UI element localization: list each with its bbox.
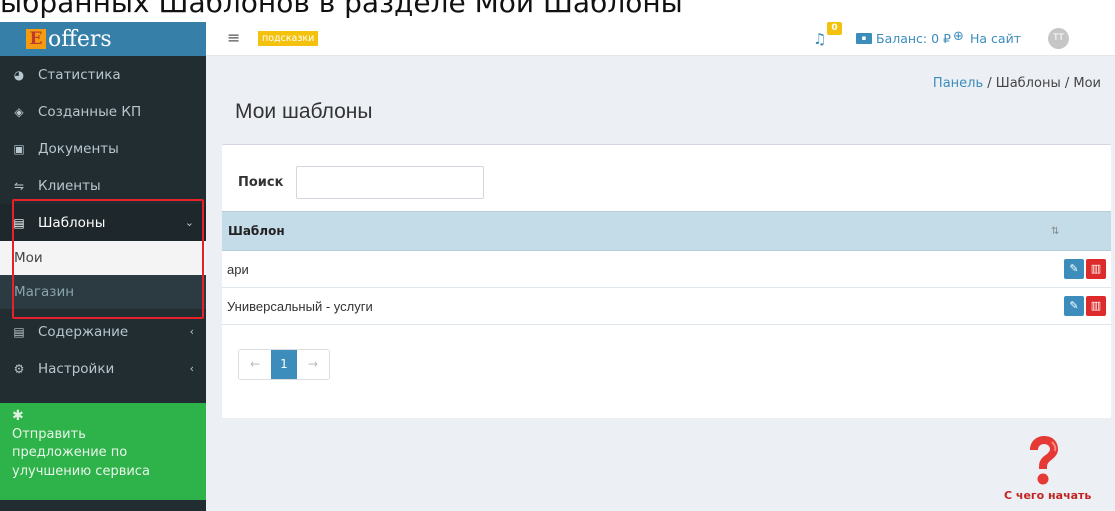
sidebar-item-templates[interactable]: ▤ Шаблоны ⌄ bbox=[0, 204, 206, 241]
template-name[interactable]: ари bbox=[222, 262, 1111, 277]
sidebar-item-label: Документы bbox=[38, 140, 119, 157]
sidebar-subitem-mine[interactable]: Мои bbox=[0, 241, 206, 275]
page-title: Мои шаблоны bbox=[235, 100, 373, 123]
pagination: ← 1 → bbox=[238, 349, 330, 380]
search-label: Поиск bbox=[238, 175, 284, 190]
table-header[interactable]: Шаблон ⇅ bbox=[222, 211, 1111, 251]
sidebar-item-label: Клиенты bbox=[38, 177, 101, 194]
sidebar-item-label: Созданные КП bbox=[38, 103, 142, 120]
sidebar-item-settings[interactable]: ⚙ Настройки ‹ bbox=[0, 350, 206, 387]
prev-page-button[interactable]: ← bbox=[239, 350, 271, 379]
document-icon: ▣ bbox=[13, 141, 25, 156]
file-icon: ▤ bbox=[13, 215, 25, 230]
bell-icon[interactable]: ♫ bbox=[813, 30, 826, 48]
search-input[interactable] bbox=[296, 166, 484, 199]
top-bar: ≡ подсказки ♫ 0 ▪ Баланс: 0 ₽ ⊕ На сайт … bbox=[206, 22, 1115, 56]
edit-button[interactable]: ✎ bbox=[1064, 259, 1084, 279]
sidebar-item-documents[interactable]: ▣ Документы bbox=[0, 130, 206, 167]
logo-mark: E bbox=[26, 29, 46, 49]
column-header-template[interactable]: Шаблон bbox=[222, 224, 1051, 238]
page-1-button[interactable]: 1 bbox=[271, 350, 297, 379]
edit-button[interactable]: ✎ bbox=[1064, 296, 1084, 316]
logo[interactable]: E offers bbox=[0, 22, 206, 56]
sidebar-item-label: Настройки bbox=[38, 360, 115, 377]
bug-icon: ✱ bbox=[12, 408, 24, 424]
sidebar-item-created-offers[interactable]: ◈ Созданные КП bbox=[0, 93, 206, 130]
globe-icon: ⊕ bbox=[953, 29, 964, 44]
sidebar-item-statistics[interactable]: ◕ Статистика bbox=[0, 56, 206, 93]
gears-icon: ⚙ bbox=[13, 361, 25, 376]
breadcrumb-separator: / bbox=[987, 76, 996, 91]
sidebar-item-content[interactable]: ▤ Содержание ‹ bbox=[0, 313, 206, 350]
sort-icon[interactable]: ⇅ bbox=[1051, 226, 1111, 237]
balance-link[interactable]: Баланс: 0 ₽ bbox=[876, 31, 951, 46]
to-site-link[interactable]: На сайт bbox=[970, 31, 1021, 46]
question-mark-icon[interactable] bbox=[1024, 436, 1062, 486]
money-icon: ▪ bbox=[856, 33, 872, 44]
caption-text: ыбранных Шаблонов в разделе Мои Шаблоны bbox=[0, 0, 683, 19]
next-page-button[interactable]: → bbox=[297, 350, 329, 379]
sidebar-item-clients[interactable]: ⇋ Клиенты bbox=[0, 167, 206, 204]
sidebar-subitem-shop[interactable]: Магазин bbox=[0, 275, 206, 309]
avatar[interactable]: TT bbox=[1048, 28, 1069, 49]
sidebar-item-label: Статистика bbox=[38, 66, 121, 83]
templates-table: Шаблон ⇅ ари ✎ ▥ Универсальный - услуги … bbox=[222, 211, 1111, 325]
table-row: Универсальный - услуги ✎ ▥ bbox=[222, 288, 1111, 325]
file-icon: ▤ bbox=[13, 324, 25, 339]
chevron-left-icon: ‹ bbox=[189, 362, 194, 375]
logo-text: offers bbox=[48, 26, 112, 52]
breadcrumb-panel[interactable]: Панель bbox=[933, 76, 983, 91]
chevron-down-icon: ⌄ bbox=[184, 216, 194, 229]
template-name[interactable]: Универсальный - услуги bbox=[222, 299, 1111, 314]
breadcrumb-current: Мои bbox=[1073, 76, 1101, 91]
caption-strip: ыбранных Шаблонов в разделе Мои Шаблоны bbox=[0, 0, 1115, 22]
dashboard-icon: ◕ bbox=[13, 67, 25, 82]
notifications-count: 0 bbox=[827, 22, 842, 35]
suggest-improvement-button[interactable]: ✱ Отправить предложение по улучшению сер… bbox=[0, 403, 206, 500]
eye-icon: ◈ bbox=[14, 104, 24, 119]
sidebar-item-label: Содержание bbox=[38, 323, 129, 340]
handshake-icon: ⇋ bbox=[13, 178, 25, 193]
hints-button[interactable]: подсказки bbox=[258, 31, 319, 46]
sidebar-item-label: Шаблоны bbox=[38, 214, 106, 231]
chevron-left-icon: ‹ bbox=[189, 325, 194, 338]
delete-button[interactable]: ▥ bbox=[1086, 296, 1106, 316]
suggest-text: Отправить предложение по улучшению серви… bbox=[12, 426, 150, 479]
breadcrumb: Панель / Шаблоны / Мои bbox=[933, 76, 1101, 91]
getting-started-link[interactable]: С чего начать bbox=[1004, 489, 1091, 502]
hamburger-icon[interactable]: ≡ bbox=[227, 28, 240, 47]
templates-box: Поиск Шаблон ⇅ ари ✎ ▥ Универсальный - у… bbox=[222, 144, 1111, 418]
breadcrumb-templates[interactable]: Шаблоны bbox=[996, 76, 1061, 91]
table-row: ари ✎ ▥ bbox=[222, 251, 1111, 288]
delete-button[interactable]: ▥ bbox=[1086, 259, 1106, 279]
